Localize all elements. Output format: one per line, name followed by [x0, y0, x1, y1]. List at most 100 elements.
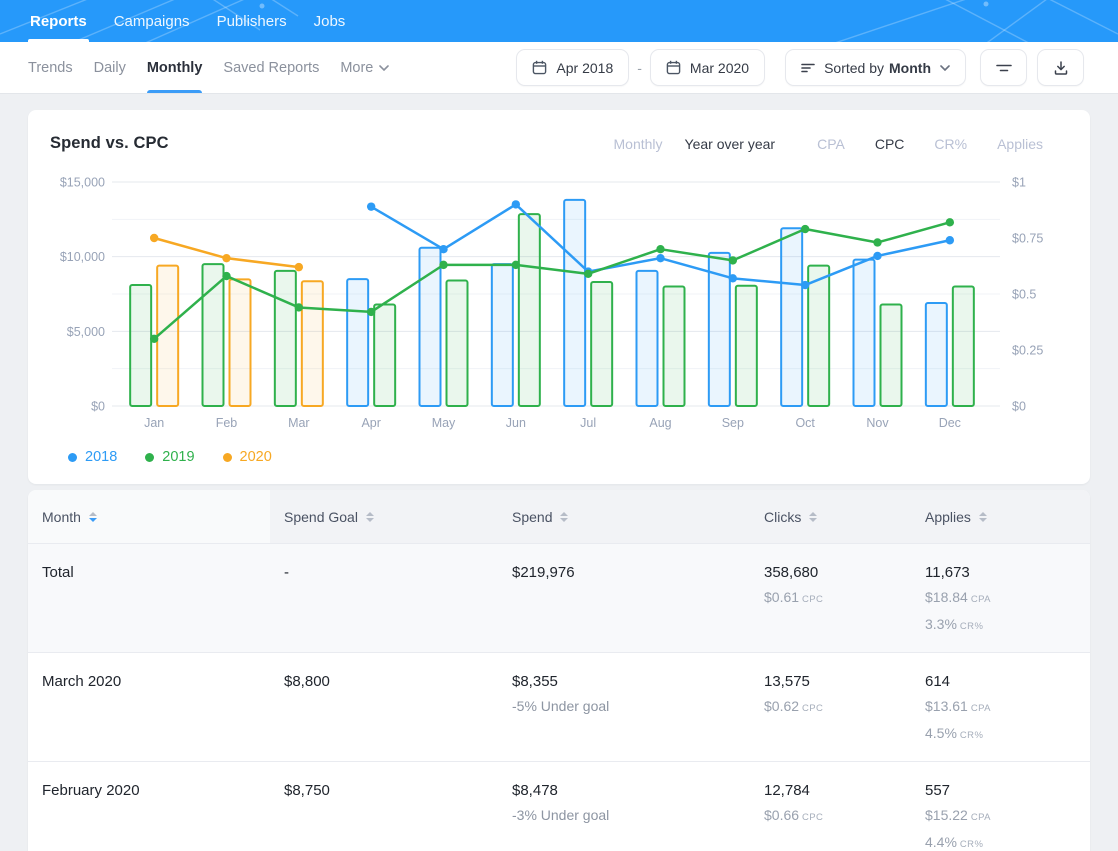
cpc-point-2019-aug[interactable] [656, 245, 664, 253]
legend-item-2019[interactable]: 2019 [145, 449, 194, 465]
spend-bar-2019-dec[interactable] [953, 287, 974, 406]
download-button[interactable] [1037, 49, 1084, 86]
tab-trends[interactable]: Trends [28, 42, 73, 93]
cpc-point-2019-may[interactable] [439, 261, 447, 269]
sort-icon [560, 512, 568, 522]
sub-metric: $0.66CPC [764, 804, 911, 829]
tab-daily[interactable]: Daily [94, 42, 126, 93]
tab-label: More [340, 60, 373, 76]
spend-bar-2019-may[interactable] [447, 281, 468, 406]
cpc-point-2019-jul[interactable] [584, 270, 592, 278]
cpc-point-2019-nov[interactable] [873, 238, 881, 246]
x-axis-label: Mar [288, 416, 310, 430]
cpc-point-2019-feb[interactable] [222, 272, 230, 280]
spend-bar-2020-mar[interactable] [302, 281, 323, 406]
cpc-point-2019-jan[interactable] [150, 335, 158, 343]
cpc-point-2020-mar[interactable] [295, 263, 303, 271]
spend-goal-note: -5% Under goal [512, 695, 750, 717]
column-header-clicks[interactable]: Clicks [750, 490, 911, 543]
cpc-point-2018-sep[interactable] [729, 274, 737, 282]
cpc-point-2018-nov[interactable] [873, 252, 881, 260]
legend-item-2018[interactable]: 2018 [68, 449, 117, 465]
spend-bar-2018-may[interactable] [420, 248, 441, 406]
metric-toggle-cr[interactable]: CR% [934, 136, 967, 152]
spend-bar-2019-aug[interactable] [664, 287, 685, 406]
sub-metric: $0.62CPC [764, 695, 911, 720]
column-label: Applies [925, 509, 971, 525]
spend-bar-2018-nov[interactable] [854, 260, 875, 406]
cell-value: February 2020 [42, 780, 270, 802]
column-header-applies[interactable]: Applies [911, 490, 1090, 543]
spend-bar-2019-jun[interactable] [519, 214, 540, 406]
sub-metric-value: $13.61 [925, 698, 968, 714]
spend-bar-2020-jan[interactable] [157, 266, 178, 406]
sub-metric-unit: CR% [960, 621, 983, 632]
legend-item-2020[interactable]: 2020 [223, 449, 272, 465]
spend-bar-2018-jun[interactable] [492, 264, 513, 406]
cpc-point-2019-dec[interactable] [946, 218, 954, 226]
view-toggle-monthly[interactable]: Monthly [614, 136, 663, 152]
column-header-spend-goal[interactable]: Spend Goal [270, 490, 498, 543]
column-header-spend[interactable]: Spend [498, 490, 750, 543]
topnav-item-reports[interactable]: Reports [30, 0, 87, 42]
topnav-item-campaigns[interactable]: Campaigns [114, 0, 190, 42]
metric-toggle-applies[interactable]: Applies [997, 136, 1043, 152]
spend-bar-2019-jul[interactable] [591, 282, 612, 406]
spend-bar-2018-apr[interactable] [347, 279, 368, 406]
sub-metric-unit: CPC [802, 594, 823, 605]
sorted-by-value: Month [889, 60, 931, 76]
cpc-point-2019-oct[interactable] [801, 225, 809, 233]
table-row-february-2020[interactable]: February 2020$8,750$8,478-3% Under goal1… [28, 761, 1090, 851]
sub-metric-unit: CR% [960, 839, 983, 850]
spend-bar-2019-apr[interactable] [374, 304, 395, 406]
spend-cpc-chart[interactable]: $15,000$10,000$5,000$0$1$0.75$0.5$0.25$0… [28, 168, 1090, 436]
cell-applies: 614$13.61CPA4.5%CR% [911, 653, 1090, 761]
spend-bar-2019-sep[interactable] [736, 286, 757, 406]
cell-month: Total [28, 544, 270, 652]
cpc-point-2019-apr[interactable] [367, 308, 375, 316]
topnav-item-jobs[interactable]: Jobs [314, 0, 346, 42]
right-axis-tick: $0 [1012, 400, 1026, 414]
spend-bar-2019-oct[interactable] [808, 266, 829, 406]
tab-saved-reports[interactable]: Saved Reports [223, 42, 319, 93]
metric-toggle-cpa[interactable]: CPA [817, 136, 845, 152]
cpc-point-2018-aug[interactable] [656, 254, 664, 262]
date-from-value: Apr 2018 [556, 60, 613, 76]
table-row-march-2020[interactable]: March 2020$8,800$8,355-5% Under goal13,5… [28, 652, 1090, 761]
spend-bar-2018-jul[interactable] [564, 200, 585, 406]
sorted-by-dropdown[interactable]: Sorted by Month [785, 49, 966, 86]
cpc-point-2019-sep[interactable] [729, 256, 737, 264]
view-toggle-year-over-year[interactable]: Year over year [685, 136, 776, 152]
table-row-total[interactable]: Total-$219,976358,680$0.61CPC11,673$18.8… [28, 543, 1090, 652]
spend-bar-2018-oct[interactable] [781, 228, 802, 406]
monthly-report-table: MonthSpend GoalSpendClicksApplies Total-… [28, 490, 1090, 851]
cpc-point-2018-dec[interactable] [946, 236, 954, 244]
spend-bar-2020-feb[interactable] [230, 279, 251, 406]
metric-toggle-cpc[interactable]: CPC [875, 136, 905, 152]
sort-icon [89, 512, 97, 522]
topnav-item-publishers[interactable]: Publishers [217, 0, 287, 42]
cpc-point-2018-jun[interactable] [512, 200, 520, 208]
cpc-point-2020-jan[interactable] [150, 234, 158, 242]
spend-bar-2019-jan[interactable] [130, 285, 151, 406]
cpc-point-2020-feb[interactable] [222, 254, 230, 262]
spend-bar-2019-mar[interactable] [275, 271, 296, 406]
cpc-point-2018-may[interactable] [439, 245, 447, 253]
date-to-picker[interactable]: Mar 2020 [650, 49, 765, 86]
cpc-point-2018-apr[interactable] [367, 202, 375, 210]
tab-monthly[interactable]: Monthly [147, 42, 203, 93]
spend-bar-2018-aug[interactable] [637, 271, 658, 406]
calendar-icon [666, 60, 681, 75]
cpc-point-2018-oct[interactable] [801, 281, 809, 289]
cpc-point-2019-jun[interactable] [512, 261, 520, 269]
tab-more[interactable]: More [340, 42, 389, 93]
cpc-point-2019-mar[interactable] [295, 303, 303, 311]
tab-label: Saved Reports [223, 60, 319, 76]
spend-bar-2019-feb[interactable] [203, 264, 224, 406]
date-from-picker[interactable]: Apr 2018 [516, 49, 629, 86]
x-axis-label: Nov [866, 416, 889, 430]
column-header-month[interactable]: Month [28, 490, 270, 543]
filter-button[interactable] [980, 49, 1027, 86]
spend-bar-2019-nov[interactable] [881, 304, 902, 406]
spend-bar-2018-dec[interactable] [926, 303, 947, 406]
